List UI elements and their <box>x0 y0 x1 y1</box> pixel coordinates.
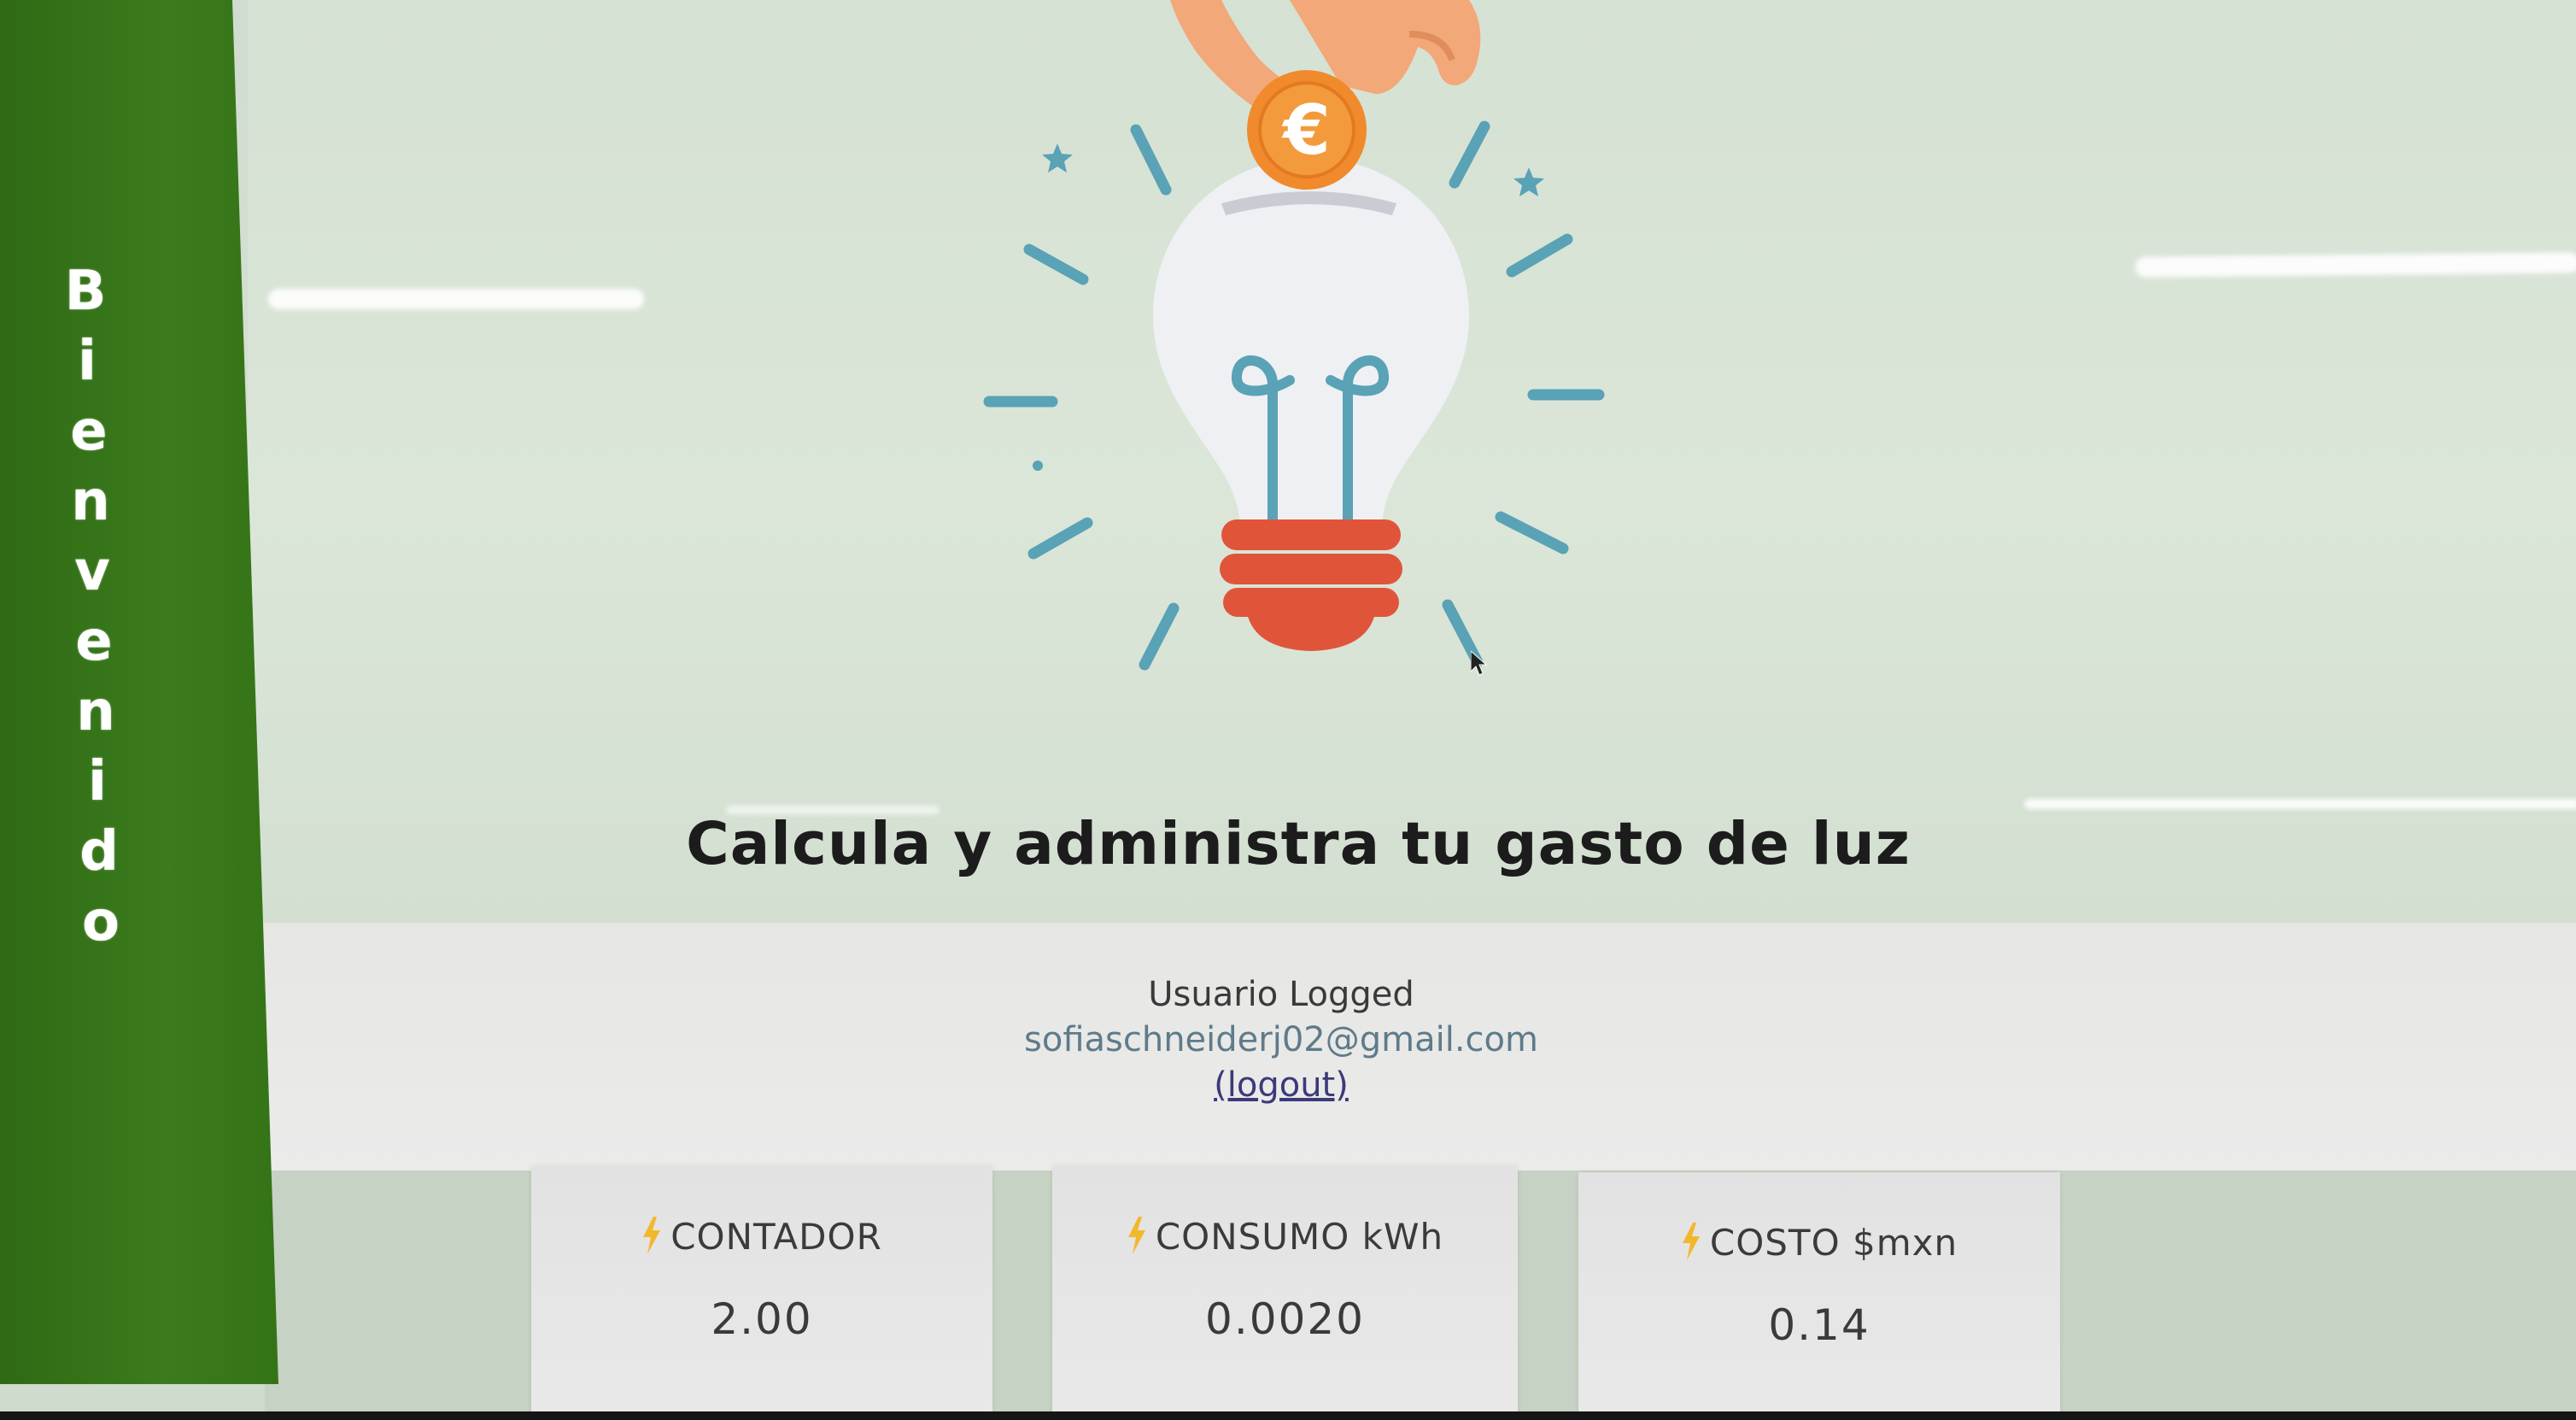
sidebar-title-letter: n <box>76 680 115 743</box>
stat-label: COSTO $mxn <box>1709 1222 1958 1264</box>
stat-label: CONTADOR <box>670 1216 882 1258</box>
sidebar-title-letter: v <box>74 540 110 603</box>
sidebar: Bienvenido <box>0 0 278 1384</box>
lightning-bolt-icon <box>1127 1217 1145 1254</box>
sidebar-title-letter: i <box>88 750 107 813</box>
sidebar-title-letter: o <box>82 890 120 954</box>
lightning-bolt-icon <box>643 1217 661 1254</box>
stat-label: CONSUMO kWh <box>1155 1216 1444 1258</box>
sidebar-title-letter: d <box>79 820 119 883</box>
sidebar-title-letter: e <box>75 610 113 673</box>
sidebar-title-letter: e <box>70 400 108 463</box>
user-email: sofiaschneiderj02@gmail.com <box>1024 1020 1538 1059</box>
screen-glare <box>2024 799 2576 809</box>
lightning-bolt-icon <box>1682 1223 1700 1260</box>
page-title: Calcula y administra tu gasto de luz <box>686 810 1911 878</box>
sidebar-title-letter: B <box>64 260 107 323</box>
stat-value: 0.14 <box>1768 1300 1871 1350</box>
mouse-cursor-icon <box>1471 651 1488 676</box>
sidebar-title-letter: i <box>78 330 97 393</box>
savings-bulb-illustration: € <box>983 0 1605 671</box>
stat-card-costo: COSTO $mxn 0.14 <box>1578 1172 2060 1420</box>
stat-card-contador: CONTADOR 2.00 <box>531 1166 992 1420</box>
user-info: Usuario Logged sofiaschneiderj02@gmail.c… <box>940 972 1623 1108</box>
stat-value: 0.0020 <box>1205 1294 1365 1344</box>
screen-bezel <box>0 1411 2576 1420</box>
bulb-base <box>1220 519 1402 651</box>
svg-text:€: € <box>1281 91 1331 170</box>
screen-glare <box>268 289 644 309</box>
app-screen: € Calcula y administra tu gasto de luz U… <box>0 0 2576 1420</box>
logout-link[interactable]: (logout) <box>1214 1065 1349 1105</box>
light-bulb-icon <box>1153 158 1469 525</box>
stat-value: 2.00 <box>711 1294 813 1344</box>
screen-glare <box>2134 252 2576 278</box>
euro-coin-icon: € <box>1247 70 1367 190</box>
sidebar-title-letter: n <box>71 470 110 533</box>
sidebar-welcome-title: Bienvenido <box>0 256 171 957</box>
stat-card-consumo: CONSUMO kWh 0.0020 <box>1052 1166 1518 1420</box>
user-label: Usuario Logged <box>1148 975 1414 1014</box>
